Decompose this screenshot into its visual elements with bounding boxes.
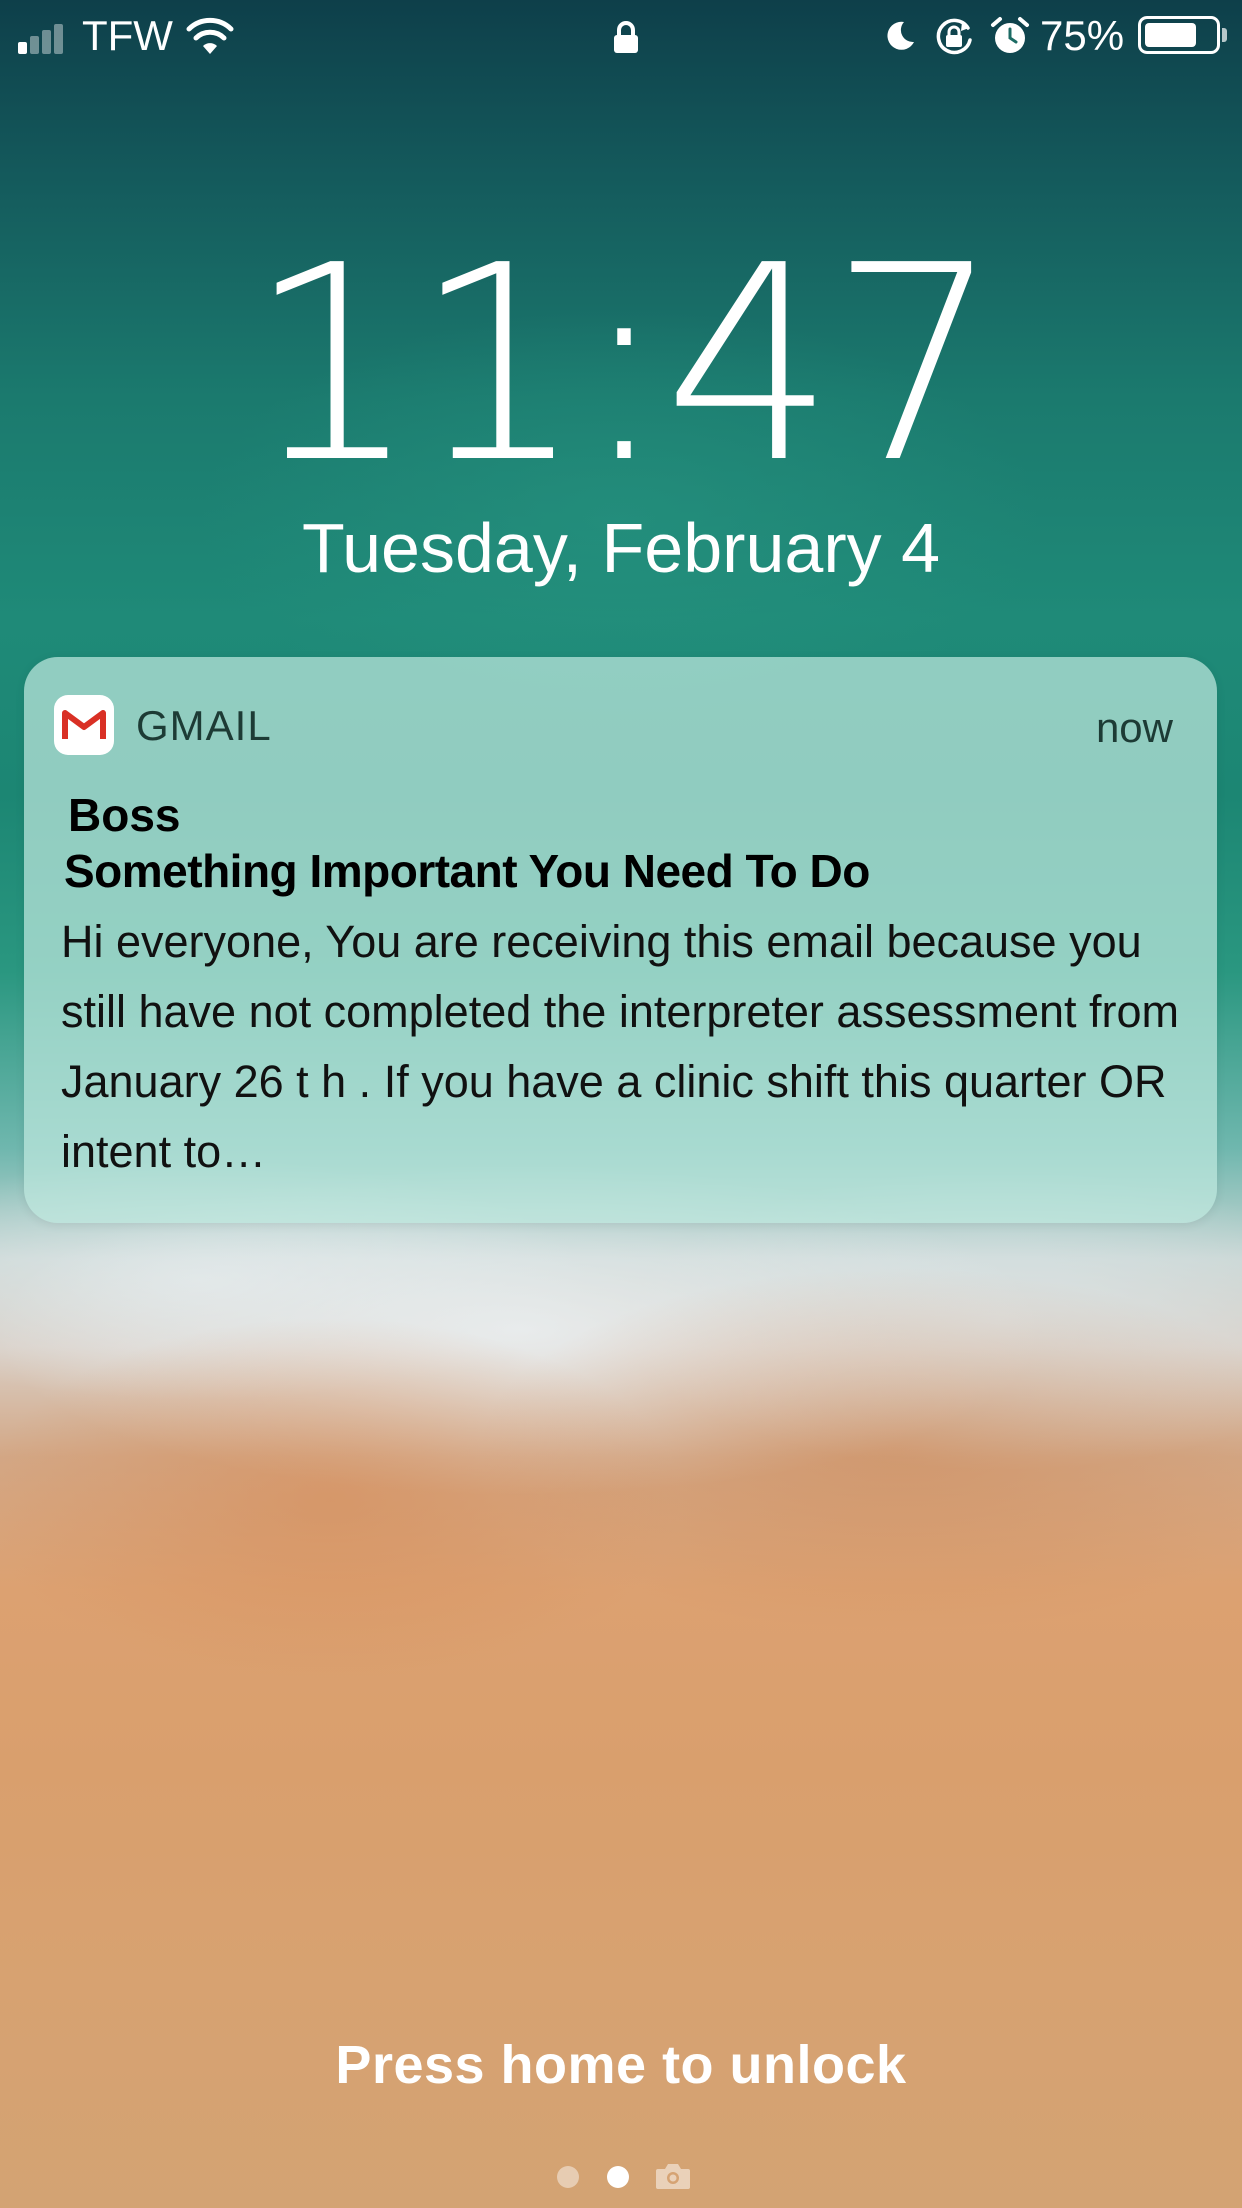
notification-sender: Boss — [68, 789, 181, 841]
battery-cap — [1222, 28, 1227, 42]
page-dot-current[interactable] — [607, 2166, 629, 2188]
wifi-icon — [186, 17, 234, 54]
page-dot[interactable] — [557, 2166, 579, 2188]
lock-icon — [614, 21, 638, 53]
alarm-icon — [991, 17, 1029, 53]
page-indicator[interactable] — [555, 2160, 695, 2190]
notification-subject: Something Important You Need To Do — [64, 845, 870, 897]
signal-icon — [18, 22, 72, 54]
notification-body: Hi everyone, You are receiving this emai… — [61, 916, 1180, 1177]
battery-percent: 75% — [1040, 12, 1125, 59]
moon-icon — [887, 21, 914, 50]
status-bar: TFW 75% — [0, 0, 1242, 72]
lock-screen-time: 11:47 — [246, 207, 1001, 522]
battery-fill — [1145, 23, 1196, 47]
gmail-notification[interactable]: GMAIL now Boss Something Important You N… — [24, 657, 1217, 1223]
notification-app-name: GMAIL — [136, 702, 272, 749]
battery-icon — [1138, 16, 1220, 54]
rotation-lock-icon — [936, 18, 972, 55]
unlock-hint: Press home to unlock — [335, 2035, 907, 2095]
carrier-label: TFW — [82, 12, 173, 59]
gmail-icon — [54, 695, 114, 755]
lock-screen-date: Tuesday, February 4 — [301, 509, 941, 587]
camera-icon[interactable] — [655, 2162, 691, 2190]
notification-time: now — [1095, 704, 1173, 751]
